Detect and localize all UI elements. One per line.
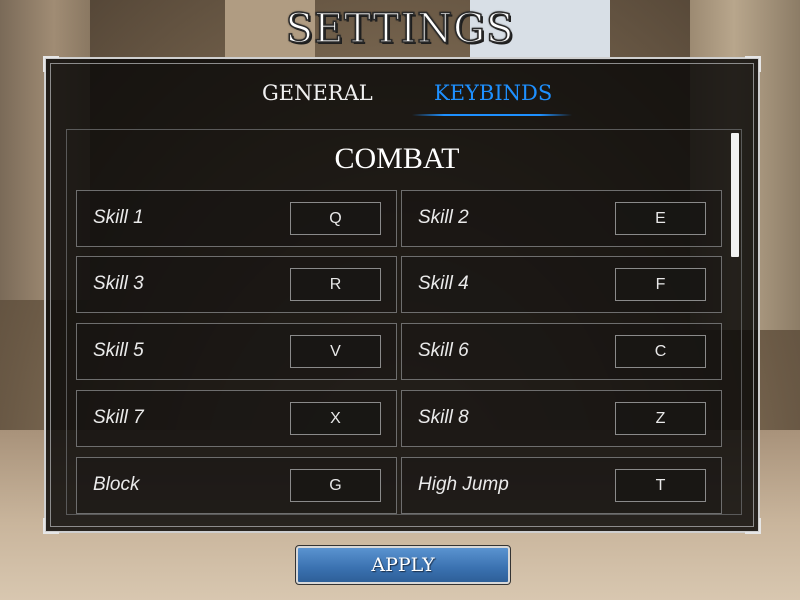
- keybind-label: Skill 6: [418, 340, 469, 361]
- keybind-button[interactable]: R: [290, 268, 381, 301]
- corner-ornament: [43, 518, 59, 534]
- keybind-row: High Jump T: [401, 457, 722, 514]
- corner-ornament: [745, 518, 761, 534]
- settings-panel: GENERAL KEYBINDS COMBAT Skill 1 Q Skill …: [43, 56, 761, 534]
- keybind-row: Skill 3 R: [76, 256, 397, 313]
- keybind-row: Skill 5 V: [76, 323, 397, 380]
- keybind-button[interactable]: V: [290, 335, 381, 368]
- keybind-row: Skill 1 Q: [76, 190, 397, 247]
- keybind-label: Block: [93, 474, 140, 495]
- keybind-button[interactable]: Q: [290, 202, 381, 235]
- keybind-row: Skill 2 E: [401, 190, 722, 247]
- active-tab-underline: [412, 114, 572, 116]
- corner-ornament: [43, 56, 59, 72]
- keybind-button[interactable]: C: [615, 335, 706, 368]
- section-title: COMBAT: [334, 142, 460, 175]
- keybind-button[interactable]: F: [615, 268, 706, 301]
- keybind-button[interactable]: Z: [615, 402, 706, 435]
- tab-keybinds[interactable]: KEYBINDS: [434, 81, 552, 105]
- corner-ornament: [745, 56, 761, 72]
- keybind-row: Skill 4 F: [401, 256, 722, 313]
- keybind-label: Skill 7: [93, 407, 144, 428]
- scrollbar[interactable]: [731, 133, 739, 257]
- keybind-button[interactable]: T: [615, 469, 706, 502]
- keybind-label: Skill 3: [93, 273, 144, 294]
- keybind-row: Skill 7 X: [76, 390, 397, 447]
- keybind-button[interactable]: E: [615, 202, 706, 235]
- keybind-row: Skill 8 Z: [401, 390, 722, 447]
- keybind-row: Skill 6 C: [401, 323, 722, 380]
- settings-title: SETTINGS: [285, 5, 515, 53]
- keybind-row: Block G: [76, 457, 397, 514]
- keybinds-list[interactable]: COMBAT Skill 1 Q Skill 2 E Skill 3 R Ski…: [66, 129, 742, 515]
- apply-button[interactable]: APPLY: [295, 545, 511, 585]
- keybind-label: Skill 1: [93, 207, 144, 228]
- keybind-label: Skill 4: [418, 273, 469, 294]
- keybind-label: Skill 8: [418, 407, 469, 428]
- keybind-label: Skill 2: [418, 207, 469, 228]
- keybind-label: Skill 5: [93, 340, 144, 361]
- keybind-button[interactable]: G: [290, 469, 381, 502]
- tab-general[interactable]: GENERAL: [262, 81, 373, 105]
- keybind-button[interactable]: X: [290, 402, 381, 435]
- keybind-label: High Jump: [418, 474, 509, 495]
